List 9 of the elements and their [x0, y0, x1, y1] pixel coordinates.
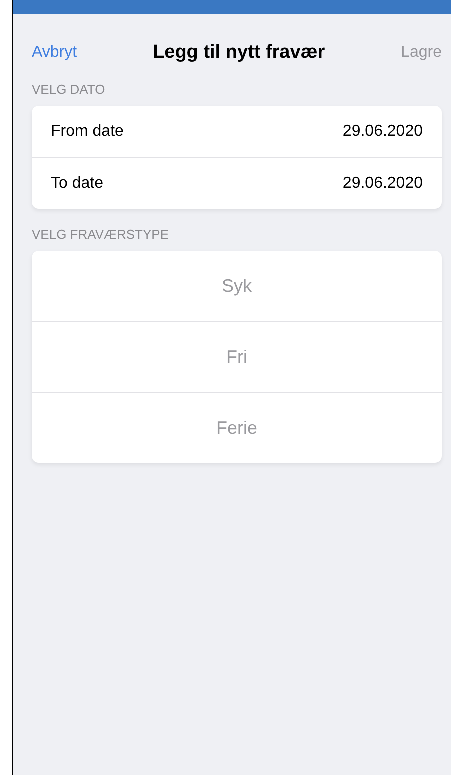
absence-type-option[interactable]: Ferie: [32, 392, 442, 463]
date-row[interactable]: To date 29.06.2020: [32, 157, 442, 209]
section-header: VELG FRAVÆRSTYPE: [31, 226, 170, 243]
absence-type-option[interactable]: Syk: [32, 251, 442, 321]
section-header: VELG DATO: [31, 81, 106, 98]
date-row[interactable]: From date 29.06.2020: [32, 106, 442, 157]
screen-title: Legg til nytt fravær: [153, 42, 326, 64]
cancel-link[interactable]: Avbryt: [32, 44, 78, 62]
absence-type-option[interactable]: Fri: [32, 321, 442, 392]
